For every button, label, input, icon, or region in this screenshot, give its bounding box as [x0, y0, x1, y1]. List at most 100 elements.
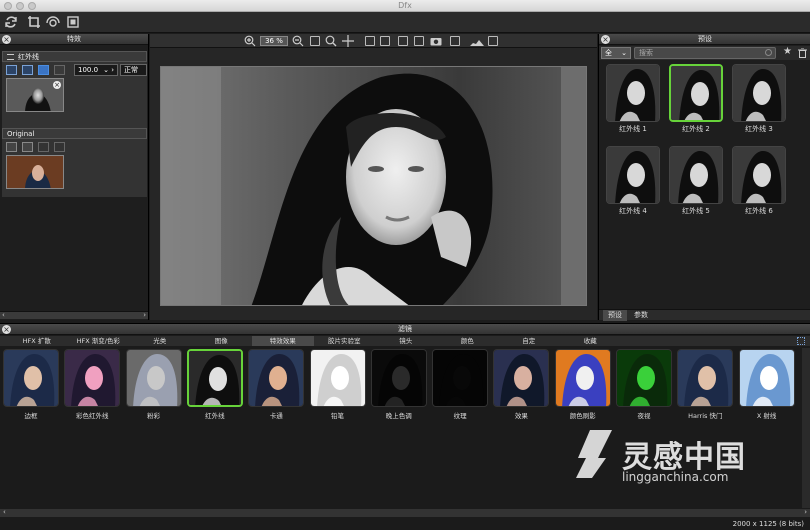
trash-icon[interactable] — [798, 48, 807, 58]
zoom-out-icon[interactable] — [292, 35, 304, 47]
filter-item[interactable]: 颜色刷影 — [554, 349, 612, 423]
filters-vertical-scrollbar[interactable] — [802, 348, 810, 508]
lightning-icon[interactable] — [38, 142, 49, 152]
filter-thumbnail — [554, 349, 611, 407]
scroll-left-icon[interactable]: ‹ — [3, 508, 6, 516]
filter-category[interactable]: 自定 — [498, 336, 560, 346]
filter-item[interactable]: 彩色红外线 — [63, 349, 121, 423]
filters-horizontal-scrollbar[interactable]: ‹ › — [0, 508, 810, 517]
stepper-icon[interactable]: ⌄ › — [103, 65, 114, 76]
filter-item[interactable]: 纹理 — [431, 349, 489, 423]
preset-item[interactable]: 红外线 4 — [604, 146, 662, 218]
original-header: Original — [2, 128, 147, 139]
filter-thumbnail — [3, 349, 59, 407]
monitor-icon[interactable] — [22, 65, 33, 75]
histogram-icon[interactable] — [470, 37, 484, 46]
original-tools — [2, 139, 147, 155]
search-input[interactable]: 搜索 — [634, 47, 776, 59]
scroll-right-icon[interactable]: › — [804, 508, 807, 516]
layer-menu-icon[interactable] — [7, 54, 14, 60]
scroll-left-icon[interactable]: ‹ — [2, 311, 5, 319]
filter-label: 效果 — [514, 412, 528, 420]
rotate-icon[interactable] — [46, 15, 60, 29]
blend-mode-select[interactable]: 正常 — [120, 64, 147, 76]
clear-search-icon[interactable] — [765, 49, 772, 56]
effect-layer[interactable]: 红外线 100.0 ⌄ › 正常 × — [2, 51, 147, 128]
layer-thumbnail[interactable]: × — [6, 78, 64, 112]
filter-item[interactable]: 夜视 — [615, 349, 673, 423]
monitor-icon[interactable] — [22, 142, 33, 152]
presets-search-row: 全 ⌄ 搜索 ★ — [599, 46, 810, 60]
zoom-in-icon[interactable] — [244, 35, 256, 47]
filter-category[interactable]: HFX 渐变/色彩 — [68, 336, 130, 346]
magnifier-icon[interactable] — [325, 35, 337, 47]
category-select[interactable]: 全 ⌄ — [601, 47, 631, 59]
remove-layer-icon[interactable]: × — [53, 81, 61, 89]
preset-thumbnail — [606, 146, 660, 204]
filter-category[interactable]: 胶片实验室 — [314, 336, 376, 346]
crop-view-icon[interactable] — [450, 36, 460, 46]
split-side-icon[interactable] — [380, 36, 390, 46]
preset-item[interactable]: 红外线 6 — [730, 146, 788, 218]
brush-icon[interactable] — [6, 65, 17, 75]
filter-category[interactable]: 光类 — [129, 336, 191, 346]
move-icon[interactable] — [342, 35, 354, 47]
star-icon[interactable]: ★ — [783, 46, 792, 57]
refresh-icon[interactable] — [4, 15, 18, 29]
fit-frame-icon[interactable] — [66, 15, 80, 29]
filter-label: 粉彩 — [147, 412, 161, 420]
filter-thumbnail — [493, 349, 550, 407]
main-photo[interactable] — [160, 66, 587, 306]
preset-item[interactable]: 红外线 2 — [667, 64, 725, 136]
scroll-right-icon[interactable]: › — [143, 311, 146, 319]
filter-item[interactable]: Harris 快门 — [676, 349, 734, 423]
filter-thumbnail — [738, 349, 795, 407]
zoom-level[interactable]: 36 % — [260, 36, 288, 46]
lightning-icon[interactable] — [38, 65, 49, 75]
filter-item[interactable]: X 射线 — [738, 349, 796, 423]
camera-icon[interactable] — [430, 36, 442, 46]
preset-item[interactable]: 红外线 3 — [730, 64, 788, 136]
mirror-view-icon[interactable] — [414, 36, 424, 46]
left-horizontal-scrollbar[interactable]: ‹ › — [0, 311, 148, 319]
split-vertical-icon[interactable] — [365, 36, 375, 46]
filter-category[interactable]: 收藏 — [560, 336, 622, 346]
mask-icon[interactable] — [54, 65, 65, 75]
filters-panel: × 滤镜 HFX 扩散 HFX 渐变/色彩 光类 图像 特效效果 胶片实验室 镜头 颜色 自定收… — [0, 323, 810, 530]
filter-category[interactable]: 图像 — [191, 336, 253, 346]
close-icon[interactable]: × — [601, 35, 610, 44]
grid-view-icon[interactable] — [797, 337, 805, 345]
effects-panel-title: 特效 — [67, 35, 81, 43]
close-icon[interactable]: × — [2, 325, 11, 334]
tab-parameters[interactable]: 参数 — [629, 310, 653, 321]
tab-presets[interactable]: 预设 — [603, 310, 627, 321]
layer-header: 红外线 — [2, 51, 147, 62]
filter-item[interactable]: 卡通 — [247, 349, 305, 423]
filter-category[interactable]: 镜头 — [375, 336, 437, 346]
preset-item[interactable]: 红外线 1 — [604, 64, 662, 136]
filter-item[interactable]: 边框 — [2, 349, 60, 423]
single-view-icon[interactable] — [398, 36, 408, 46]
close-icon[interactable]: × — [2, 35, 11, 44]
opacity-field[interactable]: 100.0 ⌄ › — [74, 64, 118, 76]
filter-category[interactable]: HFX 扩散 — [6, 336, 68, 346]
original-layer[interactable]: Original — [2, 128, 147, 197]
crop-icon[interactable] — [27, 15, 41, 29]
preset-item[interactable]: 红外线 5 — [667, 146, 725, 218]
canvas-area[interactable] — [150, 48, 597, 320]
brush-icon[interactable] — [6, 142, 17, 152]
filter-item[interactable]: 红外线 — [186, 349, 244, 423]
original-thumbnail[interactable] — [6, 155, 64, 189]
filter-item[interactable]: 效果 — [492, 349, 550, 423]
loupe-icon[interactable] — [488, 36, 498, 46]
filter-item[interactable]: 晚上色调 — [370, 349, 428, 423]
filter-item[interactable]: 粉彩 — [125, 349, 183, 423]
filter-category[interactable]: 特效效果 — [252, 336, 314, 346]
mask-icon[interactable] — [54, 142, 65, 152]
watermark-logo-icon — [576, 430, 612, 478]
filter-category[interactable]: 颜色 — [437, 336, 499, 346]
filter-item[interactable]: 铅笔 — [309, 349, 367, 423]
effects-panel-header: × 特效 — [0, 34, 148, 45]
fit-window-icon[interactable] — [310, 36, 320, 46]
presets-panel-header: × 预设 — [599, 34, 810, 45]
